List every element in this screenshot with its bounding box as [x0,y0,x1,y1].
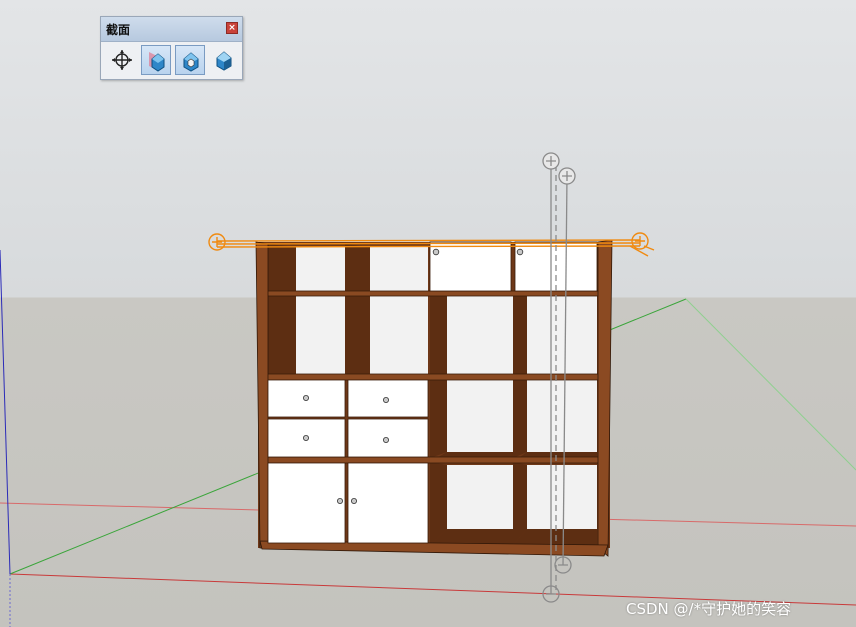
section-plane-button[interactable] [107,45,137,75]
display-section-planes-button[interactable] [141,45,171,75]
display-section-fill-icon [216,51,232,71]
model-scene [0,152,856,627]
watermark-text: CSDN @/*守护她的笑容 [626,600,792,618]
toolbar-title: 截面 [106,23,131,37]
modeling-viewport[interactable]: 截面 × CSDN @/*守护她的笑容 [0,0,856,627]
close-button[interactable]: × [226,22,238,34]
blue-axis [0,249,11,575]
display-section-planes-icon [149,52,165,72]
display-section-fill-button[interactable] [209,45,239,75]
toolbar-title-bar[interactable]: 截面 × [101,17,242,42]
green-axis-far [685,298,856,471]
display-section-cuts-icon [183,52,199,72]
section-plane-icon [112,50,132,70]
section-toolbar[interactable]: 截面 × [100,16,243,80]
display-section-cuts-button[interactable] [175,45,205,75]
